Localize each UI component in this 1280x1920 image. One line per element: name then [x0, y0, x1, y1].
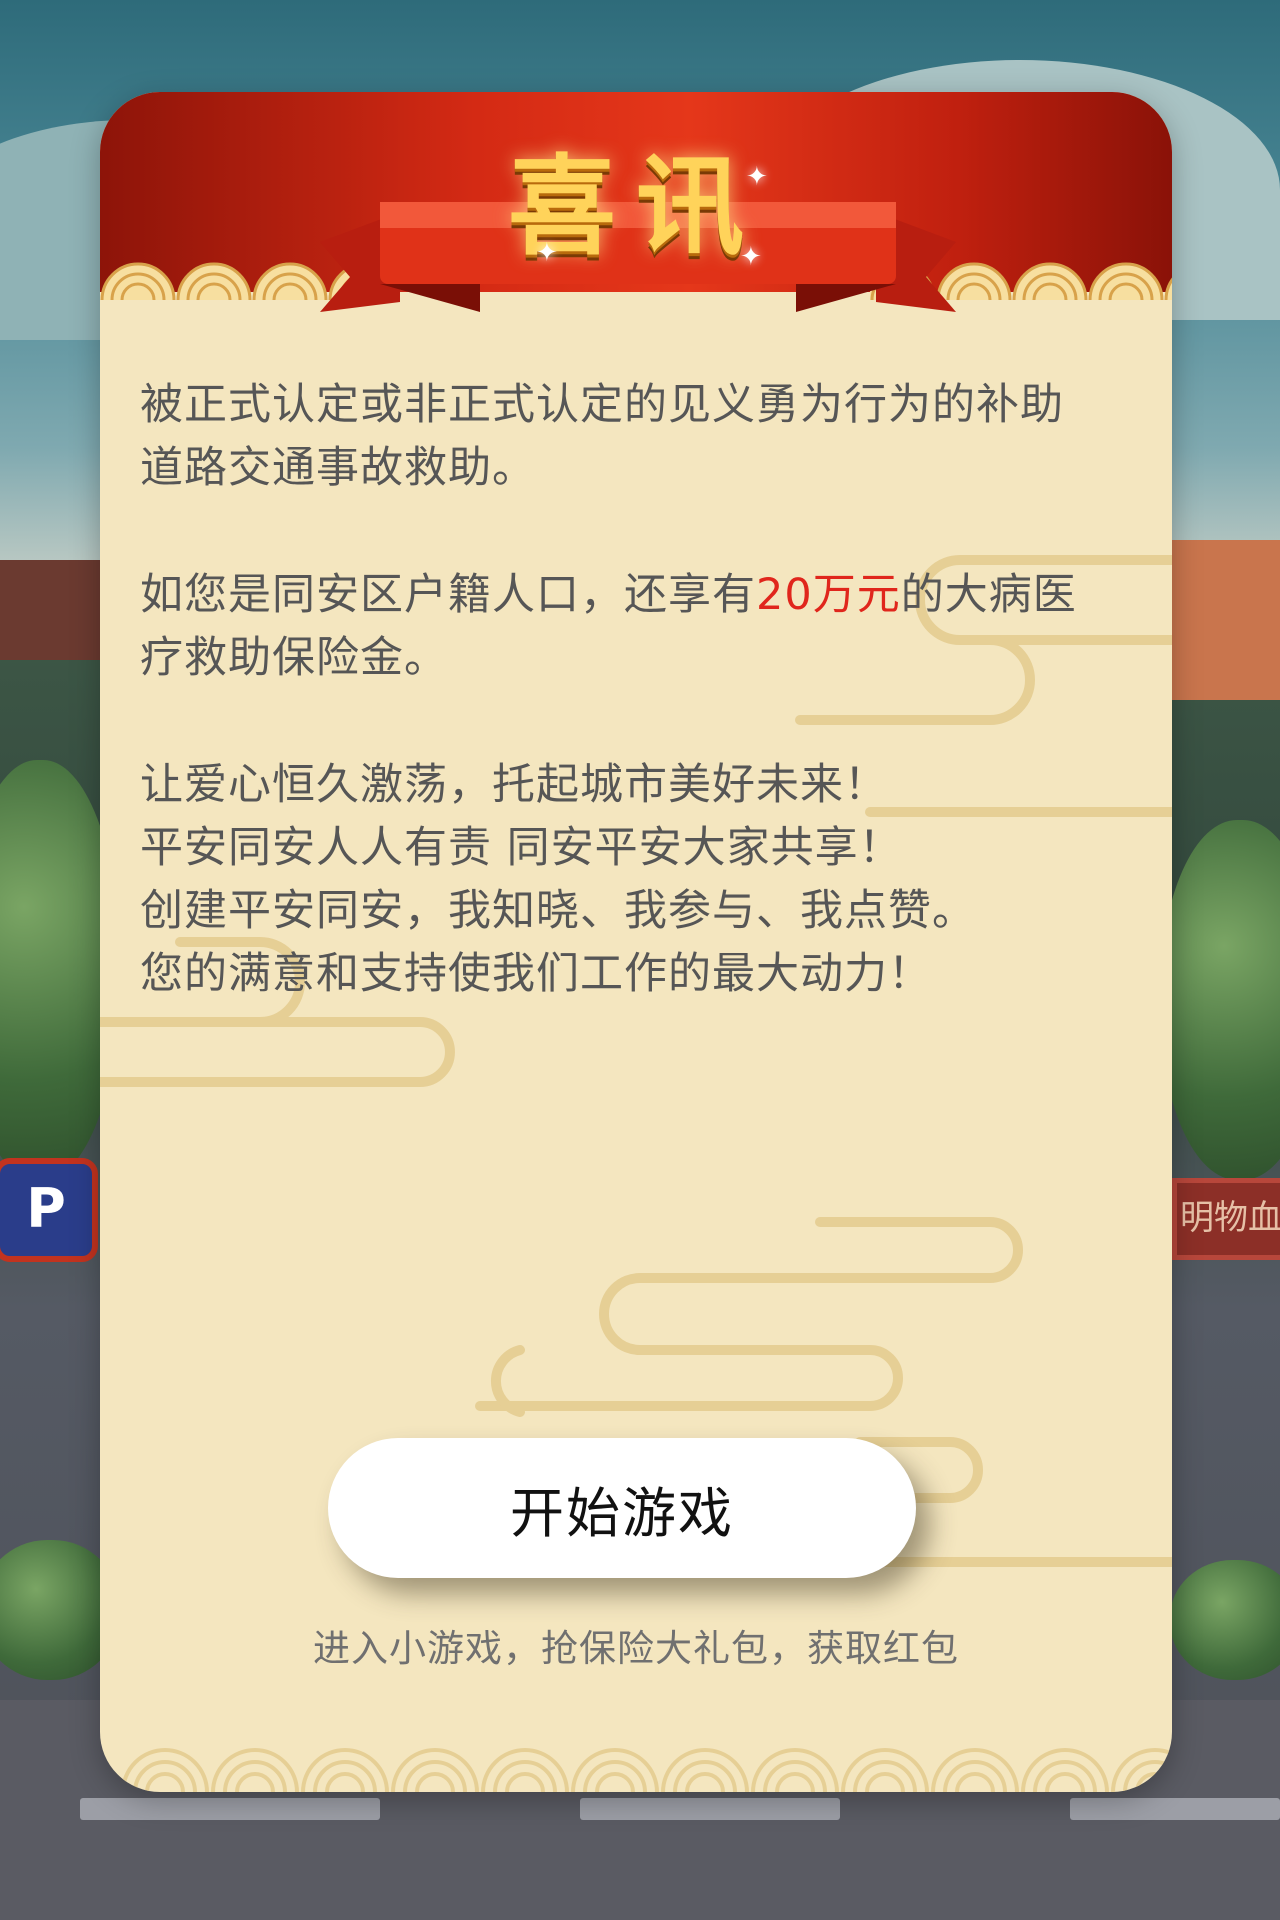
- parking-sign: P: [0, 1158, 98, 1262]
- paragraph-insurance: 如您是同安区户籍人口，还享有20万元的大病医 疗救助保险金。: [140, 564, 1150, 690]
- sparkle-icon: ✦: [746, 162, 768, 192]
- building-left: [0, 560, 100, 660]
- road-marking: [1070, 1798, 1280, 1820]
- sparkle-icon: ✦: [536, 238, 558, 268]
- paragraph-subsidy: 被正式认定或非正式认定的见义勇为行为的补助 道路交通事故救助。: [140, 374, 1150, 500]
- sparkle-icon: ✦: [740, 242, 762, 272]
- announcement-card: 喜讯 ✦ ✦ ✦ 被正式认定或非正式认定的见义勇为行为的补助 道路交通事故救助。…: [100, 92, 1172, 1792]
- announcement-content: 被正式认定或非正式认定的见义勇为行为的补助 道路交通事故救助。 如您是同安区户籍…: [140, 374, 1150, 1070]
- text-segment: 如您是同安区户籍人口，还享有: [140, 570, 756, 620]
- text-line: 平安同安人人有责 同安平安大家共享！: [140, 823, 903, 873]
- text-line: 您的满意和支持使我们工作的最大动力！: [140, 949, 932, 999]
- banner-title: 喜讯: [507, 144, 764, 270]
- text-line: 道路交通事故救助。: [140, 443, 536, 493]
- tree: [1170, 1560, 1280, 1680]
- text-line: 创建平安同安，我知晓、我参与、我点赞。: [140, 886, 976, 936]
- shop-sign: 明物血: [1172, 1178, 1280, 1260]
- highlight-amount: 20万元: [756, 570, 901, 620]
- road-marking: [80, 1798, 380, 1820]
- building-right: [1172, 540, 1280, 700]
- text-line: 如您是同安区户籍人口，还享有20万元的大病医: [140, 564, 1150, 627]
- text-line: 被正式认定或非正式认定的见义勇为行为的补助: [140, 380, 1064, 430]
- start-game-button[interactable]: 开始游戏: [328, 1438, 916, 1578]
- paragraph-slogans: 让爱心恒久激荡，托起城市美好未来！ 平安同安人人有责 同安平安大家共享！ 创建平…: [140, 754, 1150, 1006]
- text-line: 疗救助保险金。: [140, 633, 448, 683]
- bottom-scallop-pattern: [100, 1710, 1172, 1792]
- text-line: 让爱心恒久激荡，托起城市美好未来！: [140, 760, 888, 810]
- road-marking: [580, 1798, 840, 1820]
- hint-text: 进入小游戏，抢保险大礼包，获取红包: [313, 1627, 959, 1670]
- text-segment: 的大病医: [900, 570, 1077, 620]
